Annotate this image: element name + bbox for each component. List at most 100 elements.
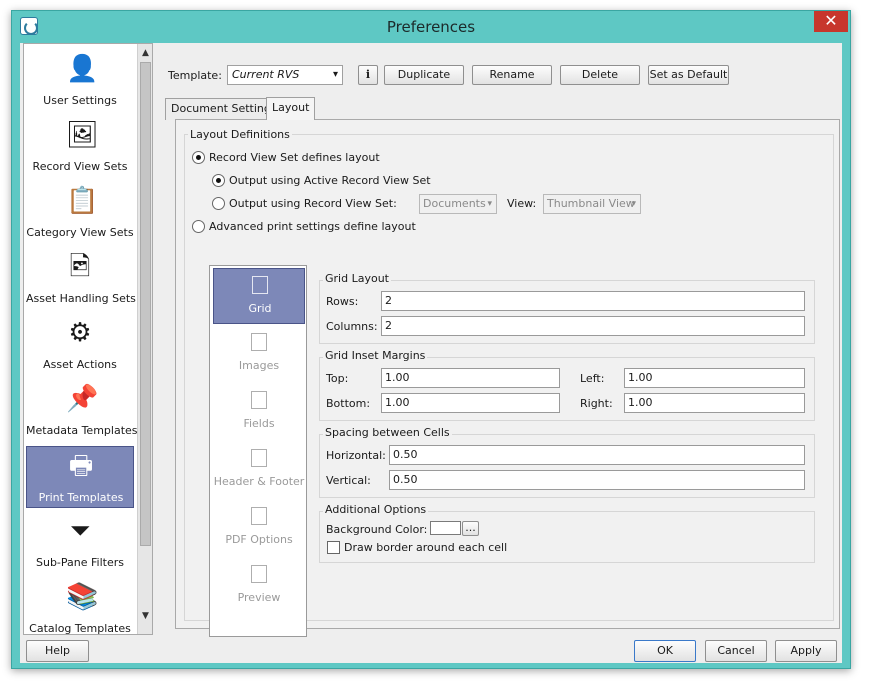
sidebar-item-asset-actions[interactable]: ⚙ Asset Actions (26, 314, 134, 376)
images-icon (251, 333, 267, 351)
category-images[interactable]: Images (213, 326, 305, 382)
sidebar-item-label: Asset Handling Sets (26, 292, 136, 305)
sidebar-item-print-templates[interactable]: 🖶 Print Templates (26, 446, 134, 508)
category-fields[interactable]: Fields (213, 384, 305, 440)
template-select-value: Current RVS (232, 68, 300, 81)
top-margin-label: Top: (326, 372, 349, 385)
dialog-body: 👤 User Settings 🖼 Record View Sets 📋 Cat… (20, 43, 842, 663)
sidebar-item-label: Sub-Pane Filters (36, 556, 124, 569)
rvs-select[interactable]: Documents ▾ (419, 194, 497, 214)
rvs-defines-layout-radio[interactable] (192, 151, 205, 164)
delete-button[interactable]: Delete (560, 65, 640, 85)
rows-label: Rows: (326, 295, 359, 308)
grid-icon (252, 276, 268, 294)
scroll-up-icon[interactable]: ▲ (138, 45, 152, 61)
printer-icon: 🖶 (68, 451, 94, 481)
columns-label: Columns: (326, 320, 378, 333)
right-margin-label: Right: (580, 397, 613, 410)
vertical-spacing-field[interactable]: 0.50 (389, 470, 805, 490)
fields-icon (251, 391, 267, 409)
close-button[interactable]: ✕ (814, 11, 848, 32)
sidebar-item-label: Asset Actions (43, 358, 117, 371)
draw-border-checkbox[interactable] (327, 541, 340, 554)
sidebar-item-metadata-templates[interactable]: 📌 Metadata Templates (26, 380, 138, 442)
rows-field[interactable]: 2 (381, 291, 805, 311)
cancel-button[interactable]: Cancel (705, 640, 767, 662)
chevron-down-icon: ▾ (631, 199, 636, 209)
preferences-window: Preferences ✕ 👤 User Settings 🖼 Record V… (11, 10, 851, 669)
sidebar-item-category-view-sets[interactable]: 📋 Category View Sets (26, 182, 134, 244)
sidebar-item-catalog-templates[interactable]: 📚 Catalog Templates (26, 578, 134, 634)
layout-tab-panel: Layout Definitions Record View Set defin… (175, 119, 840, 637)
right-margin-field[interactable]: 1.00 (624, 393, 805, 413)
sidebar-item-label: User Settings (43, 94, 117, 107)
ok-button[interactable]: OK (634, 640, 696, 662)
view-label: View: (507, 197, 537, 210)
rename-button[interactable]: Rename (472, 65, 552, 85)
filter-icon: ⏷ (69, 516, 91, 546)
rvs-select-value: Documents (423, 197, 486, 210)
help-button[interactable]: Help (26, 640, 89, 662)
template-label: Template: (168, 69, 222, 82)
sidebar-item-asset-handling-sets[interactable]: 🖻 Asset Handling Sets (26, 248, 136, 310)
pdf-icon (251, 507, 267, 525)
category-pdf-options[interactable]: PDF Options (213, 500, 305, 556)
asset-handling-icon: 🖻 (69, 252, 91, 282)
title-bar[interactable]: Preferences ✕ (12, 11, 850, 43)
layout-definitions-title: Layout Definitions (188, 128, 292, 141)
sidebar-item-label: Print Templates (38, 491, 124, 504)
sidebar-item-label: Record View Sets (32, 160, 128, 173)
tab-document-settings[interactable]: Document Settings (165, 98, 283, 120)
choose-color-button[interactable]: ... (462, 521, 479, 536)
background-color-label: Background Color: (326, 523, 428, 536)
advanced-category-list: Grid Images Fields Header & Footer PDF O… (209, 265, 307, 637)
left-margin-label: Left: (580, 372, 605, 385)
template-select[interactable]: Current RVS ▾ (227, 65, 343, 85)
category-header-footer[interactable]: Header & Footer (213, 442, 305, 498)
sidebar-item-user-settings[interactable]: 👤 User Settings (26, 50, 134, 112)
tab-layout[interactable]: Layout (266, 97, 316, 120)
catalog-icon: 📚 (66, 582, 99, 612)
bottom-margin-field[interactable]: 1.00 (381, 393, 560, 413)
columns-field[interactable]: 2 (381, 316, 805, 336)
sidebar-item-sub-pane-filters[interactable]: ⏷ Sub-Pane Filters (26, 512, 134, 574)
scroll-down-icon[interactable]: ▼ (138, 608, 152, 624)
gear-icon: ⚙ (68, 318, 92, 348)
sidebar-item-label: Category View Sets (26, 226, 134, 239)
scrollbar-thumb[interactable] (140, 62, 151, 546)
view-select[interactable]: Thumbnail View ▾ (543, 194, 641, 214)
left-margin-field[interactable]: 1.00 (624, 368, 805, 388)
category-grid[interactable]: Grid (213, 268, 305, 324)
sidebar-scrollbar[interactable]: ▲ ▼ (137, 44, 152, 634)
category-label: Images (238, 359, 280, 372)
category-label: Preview (237, 591, 281, 604)
using-rvs-radio[interactable] (212, 197, 225, 210)
sidebar-item-label: Metadata Templates (26, 424, 138, 437)
info-button[interactable]: i (358, 65, 378, 85)
grid-inset-margins-title: Grid Inset Margins (323, 349, 428, 362)
advanced-print-label: Advanced print settings define layout (209, 220, 416, 233)
background-color-swatch[interactable] (430, 521, 461, 535)
sidebar-item-record-view-sets[interactable]: 🖼 Record View Sets (26, 116, 134, 178)
record-view-icon: 🖼 (66, 120, 100, 150)
category-label: PDF Options (225, 533, 293, 546)
user-icon: 👤 (66, 54, 99, 84)
category-preview[interactable]: Preview (213, 558, 305, 614)
duplicate-button[interactable]: Duplicate (384, 65, 464, 85)
stamp-icon: 📌 (66, 384, 99, 414)
category-label: Fields (243, 417, 275, 430)
using-rvs-label: Output using Record View Set: (229, 197, 397, 210)
active-rvs-label: Output using Active Record View Set (229, 174, 431, 187)
top-margin-field[interactable]: 1.00 (381, 368, 560, 388)
advanced-print-radio[interactable] (192, 220, 205, 233)
additional-options-group (319, 511, 815, 563)
active-rvs-radio[interactable] (212, 174, 225, 187)
draw-border-label: Draw border around each cell (344, 541, 508, 554)
set-as-default-button[interactable]: Set as Default (648, 65, 729, 85)
grid-layout-title: Grid Layout (323, 272, 391, 285)
apply-button[interactable]: Apply (775, 640, 837, 662)
category-view-icon: 📋 (66, 186, 99, 216)
window-title: Preferences (386, 18, 476, 36)
preview-icon (251, 565, 267, 583)
horizontal-spacing-field[interactable]: 0.50 (389, 445, 805, 465)
